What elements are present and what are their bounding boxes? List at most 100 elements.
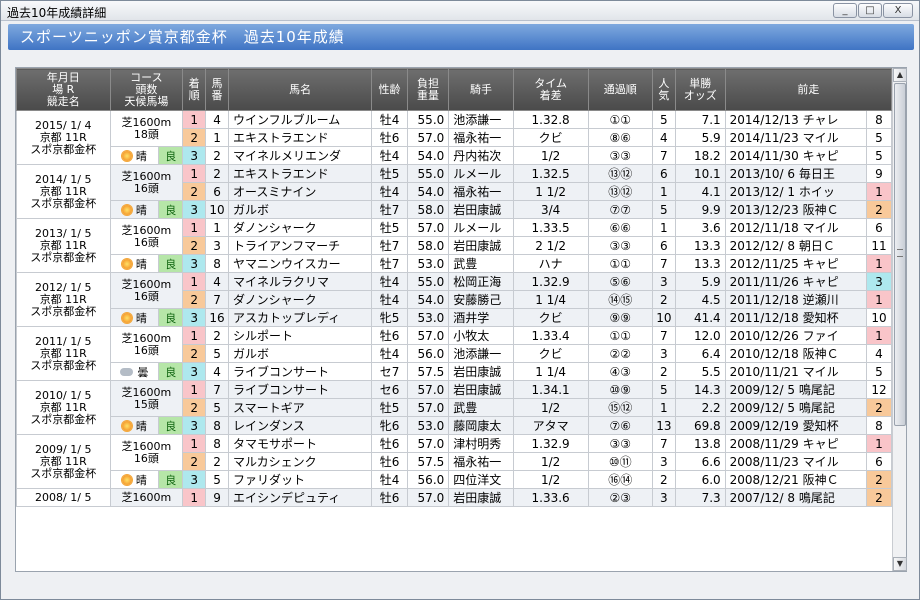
horse-name[interactable]: ウインフルブルーム [227,110,373,129]
previous-race[interactable]: 2012/12/ 8 朝日Ｃ [724,236,867,255]
jockey[interactable]: 岩田康誠 [448,488,514,507]
scroll-thumb[interactable] [894,83,906,426]
table-row[interactable]: 晴良 3 8 レインダンス 牝6 53.0 藤岡康太 アタマ ⑦⑥ 13 69.8 2009/12/1… [17,416,892,435]
horse-name[interactable]: トライアンフマーチ [227,236,373,255]
minimize-button[interactable]: _ [833,3,857,18]
jockey[interactable]: 池添謙一 [448,110,514,129]
horse-name[interactable]: マイネルラクリマ [227,272,373,291]
scroll-up-button[interactable]: ▲ [893,68,907,82]
header-course[interactable]: コース 頭数 天候馬場 [109,68,184,111]
table-row[interactable]: 晴良 3 8 ヤマニンウイスカー 牡7 53.0 武豊 ハナ ①① 7 13.3 2012/11/25… [17,254,892,273]
table-row[interactable]: 2011/ 1/ 5 京都 11R スポ京都金杯 芝1600m 16頭 1 2 シルポート 牡6… [16,326,892,381]
previous-race[interactable]: 2014/11/23 マイル [724,128,867,147]
header-age[interactable]: 性齢 [371,68,408,111]
header-name[interactable]: 馬名 [227,68,373,111]
jockey[interactable]: 丹内祐次 [448,146,514,165]
table-row[interactable]: 晴良 3 16 アスカトップレディ 牝5 53.0 酒井学 クビ ⑨⑨ 10 41.4 2011/12… [17,308,892,327]
previous-race[interactable]: 2010/12/18 阪神Ｃ [724,344,867,363]
jockey[interactable]: 小牧太 [448,326,514,345]
previous-race[interactable]: 2010/11/21 マイル [724,362,867,381]
jockey[interactable]: 岩田康誠 [448,236,514,255]
previous-race[interactable]: 2010/12/26 ファイ [724,326,867,345]
horse-name[interactable]: ガルボ [227,200,373,219]
header-race[interactable]: 年月日場 R 競走名 [16,68,111,111]
previous-race[interactable]: 2009/12/ 5 鳴尾記 [724,380,867,399]
horse-name[interactable]: ライブコンサート [227,380,373,399]
maximize-button[interactable]: □ [858,3,882,18]
header-jockey[interactable]: 騎手 [448,68,514,111]
table-row[interactable]: 晴良 3 2 マイネルメリエンダ 牡4 54.0 丹内祐次 1/2 ③③ 7 18.2 2014/11… [17,146,892,165]
header-weight[interactable]: 負担 重量 [406,68,450,111]
header-rank[interactable]: 着順 [182,68,207,111]
race-cell[interactable]: 2012/ 1/ 5 京都 11R スポ京都金杯 [16,272,111,327]
horse-name[interactable]: タマモサポート [227,434,373,453]
previous-race[interactable]: 2011/11/26 キャピ [724,272,867,291]
jockey[interactable]: 岩田康誠 [448,200,514,219]
horse-name[interactable]: ヤマニンウイスカー [227,254,373,273]
table-row[interactable]: 晴良 3 5 ファリダット 牡4 56.0 四位洋文 1/2 ⑯⑭ 2 6.0 2008/12/21 … [17,470,892,489]
jockey[interactable]: 武豊 [448,398,514,417]
previous-race[interactable]: 2014/12/13 チャレ [724,110,867,129]
table-row[interactable]: 曇良 3 4 ライブコンサート セ7 57.5 岩田康誠 1 1/4 ④③ 2 5.5 2010/11… [17,362,892,381]
horse-name[interactable]: ダノンシャーク [227,218,373,237]
table-row[interactable]: 2012/ 1/ 5 京都 11R スポ京都金杯 芝1600m 16頭 1 4 マイネルラクリ… [16,272,892,327]
jockey[interactable]: 岩田康誠 [448,380,514,399]
previous-race[interactable]: 2012/11/18 マイル [724,218,867,237]
table-row[interactable]: 2013/ 1/ 5 京都 11R スポ京都金杯 芝1600m 16頭 1 1 ダノンシャーク… [16,218,892,273]
race-cell[interactable]: 2014/ 1/ 5 京都 11R スポ京都金杯 [16,164,111,219]
horse-name[interactable]: ダノンシャーク [227,290,373,309]
horse-name[interactable]: マルカシェンク [227,452,373,471]
table-row[interactable]: 2010/ 1/ 5 京都 11R スポ京都金杯 芝1600m 15頭 1 7 ライブコンサー… [16,380,892,435]
race-cell[interactable]: 2009/ 1/ 5 京都 11R スポ京都金杯 [16,434,111,489]
previous-race[interactable]: 2007/12/ 8 鳴尾記 [724,488,867,507]
jockey[interactable]: 武豊 [448,254,514,273]
previous-race[interactable]: 2014/11/30 キャピ [724,146,867,165]
header-prev[interactable]: 前走 [724,68,892,111]
race-cell[interactable]: 2011/ 1/ 5 京都 11R スポ京都金杯 [16,326,111,381]
table-row[interactable]: 2008/ 1/ 5 芝1600m 1 9 エイシンデピュティ 牡6 57.0 岩田康誠 1.3… [16,488,892,507]
previous-race[interactable]: 2013/10/ 6 毎日王 [724,164,867,183]
table-row[interactable]: 2015/ 1/ 4 京都 11R スポ京都金杯 芝1600m 18頭 1 4 ウインフルブル… [16,110,892,165]
horse-name[interactable]: ライブコンサート [227,362,373,381]
race-cell[interactable]: 2013/ 1/ 5 京都 11R スポ京都金杯 [16,218,111,273]
race-cell[interactable]: 2010/ 1/ 5 京都 11R スポ京都金杯 [16,380,111,435]
horse-name[interactable]: スマートギア [227,398,373,417]
table-row[interactable]: 晴良 3 10 ガルボ 牡7 58.0 岩田康誠 3/4 ⑦⑦ 5 9.9 2013/12/23 阪神… [17,200,892,219]
jockey[interactable]: 藤岡康太 [448,416,514,435]
jockey[interactable]: 津村明秀 [448,434,514,453]
table-row[interactable]: 2014/ 1/ 5 京都 11R スポ京都金杯 芝1600m 16頭 1 2 エキストラエン… [16,164,892,219]
previous-race[interactable]: 2012/11/25 キャピ [724,254,867,273]
race-cell[interactable]: 2008/ 1/ 5 [16,488,111,507]
jockey[interactable]: 松岡正海 [448,272,514,291]
previous-race[interactable]: 2008/11/29 キャピ [724,434,867,453]
jockey[interactable]: 福永祐一 [448,128,514,147]
jockey[interactable]: 福永祐一 [448,182,514,201]
previous-race[interactable]: 2009/12/19 愛知杯 [724,416,867,435]
header-pass[interactable]: 通過順 [587,68,653,111]
close-button[interactable]: X [883,3,913,18]
horse-name[interactable]: エイシンデピュティ [227,488,373,507]
previous-race[interactable]: 2011/12/18 逆瀬川 [724,290,867,309]
race-cell[interactable]: 2015/ 1/ 4 京都 11R スポ京都金杯 [16,110,111,165]
jockey[interactable]: 福永祐一 [448,452,514,471]
jockey[interactable]: 池添謙一 [448,344,514,363]
horse-name[interactable]: マイネルメリエンダ [227,146,373,165]
jockey[interactable]: 安藤勝己 [448,290,514,309]
previous-race[interactable]: 2008/11/23 マイル [724,452,867,471]
jockey[interactable]: 酒井学 [448,308,514,327]
horse-name[interactable]: レインダンス [227,416,373,435]
previous-race[interactable]: 2011/12/18 愛知杯 [724,308,867,327]
horse-name[interactable]: オースミナイン [227,182,373,201]
jockey[interactable]: ルメール [448,164,514,183]
previous-race[interactable]: 2008/12/21 阪神Ｃ [724,470,867,489]
scroll-down-button[interactable]: ▼ [893,557,907,571]
vertical-scrollbar[interactable]: ▲ ▼ [892,68,907,571]
header-odds[interactable]: 単勝 オッズ [674,68,726,111]
jockey[interactable]: 岩田康誠 [448,362,514,381]
horse-name[interactable]: ファリダット [227,470,373,489]
horse-name[interactable]: エキストラエンド [227,128,373,147]
horse-name[interactable]: シルポート [227,326,373,345]
table-row[interactable]: 2009/ 1/ 5 京都 11R スポ京都金杯 芝1600m 16頭 1 8 タマモサポート… [16,434,892,489]
previous-race[interactable]: 2013/12/23 阪神Ｃ [724,200,867,219]
horse-name[interactable]: アスカトップレディ [227,308,373,327]
